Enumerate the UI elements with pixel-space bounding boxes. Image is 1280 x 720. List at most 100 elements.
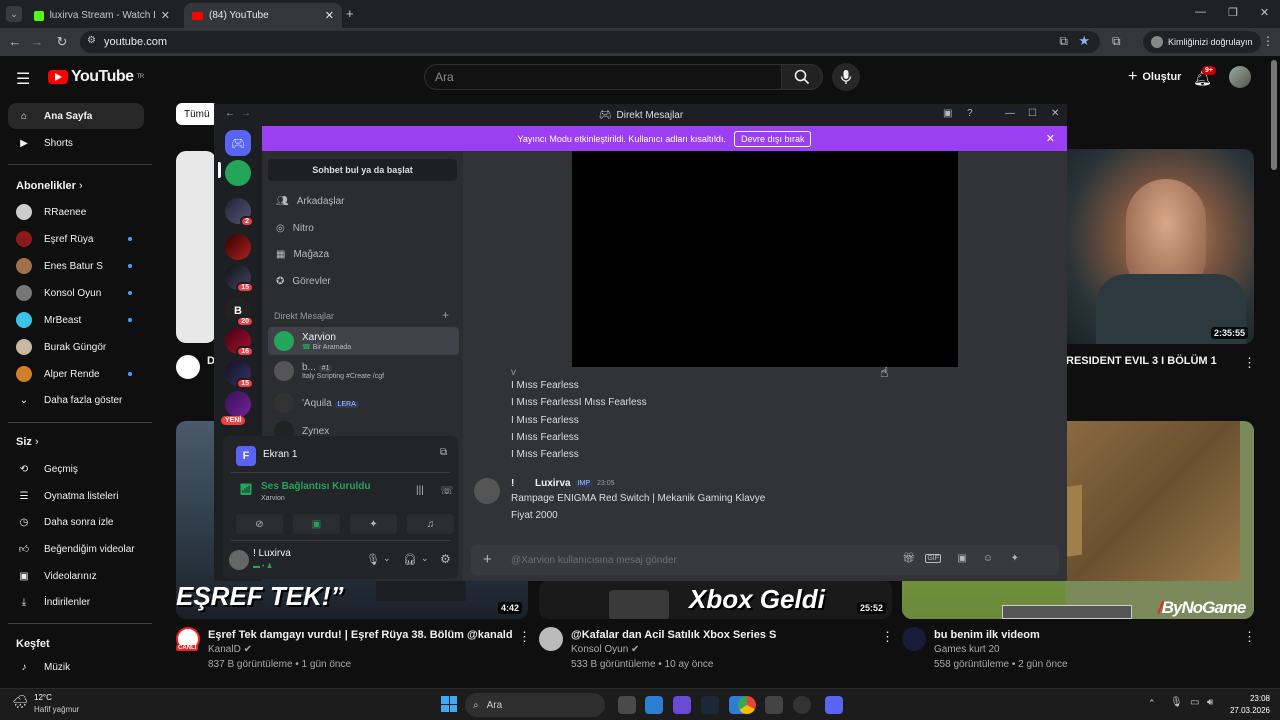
server-icon[interactable]: 15 bbox=[225, 360, 254, 389]
message-author-avatar[interactable] bbox=[474, 478, 500, 504]
youtube-logo[interactable]: YouTube TR bbox=[48, 68, 144, 86]
channel-name[interactable]: KanalD bbox=[208, 644, 241, 655]
sidebar-item-playlists[interactable]: ☰ Oynatma listeleri bbox=[8, 483, 144, 509]
discord-icon[interactable] bbox=[825, 696, 843, 714]
channel-avatar[interactable] bbox=[176, 355, 200, 379]
new-unreads-badge[interactable]: YENİ bbox=[221, 416, 246, 425]
minimize-icon[interactable]: — bbox=[1005, 108, 1015, 119]
filter-chip-all[interactable]: Tümü bbox=[176, 103, 218, 125]
server-icon[interactable]: 2 bbox=[225, 198, 254, 227]
dm-item-aquila[interactable]: 'Aquila LERA bbox=[268, 389, 459, 417]
account-avatar[interactable] bbox=[1229, 66, 1251, 88]
screen-share-stream[interactable] bbox=[572, 151, 958, 367]
sidebar-item-home[interactable]: ⌂ Ana Sayfa bbox=[8, 103, 144, 129]
sidebar-item-watch-later[interactable]: ◷ Daha sonra izle bbox=[8, 509, 144, 535]
create-dm-icon[interactable]: + bbox=[442, 308, 449, 322]
settings-gear-icon[interactable]: ⚙ bbox=[440, 552, 451, 566]
noise-suppression-icon[interactable]: ||| bbox=[416, 485, 424, 496]
video-thumbnail[interactable] bbox=[176, 151, 216, 343]
weather-temp[interactable]: 12°C bbox=[34, 693, 52, 702]
chevron-down-icon[interactable]: ⌄ bbox=[383, 553, 391, 564]
video-more-icon[interactable]: ⋮ bbox=[1243, 629, 1256, 645]
emoji-icon[interactable]: ☺ bbox=[983, 553, 993, 564]
message-input[interactable]: + @Xarvion kullanıcısına mesaj gönder 🎁︎… bbox=[471, 545, 1059, 575]
close-icon[interactable]: ✕ bbox=[1260, 6, 1269, 19]
video-title[interactable]: RESIDENT EVIL 3 I BÖLÜM 1 bbox=[1066, 355, 1217, 367]
start-button[interactable] bbox=[441, 696, 457, 712]
nav-friends[interactable]: 👥︎ Arkadaşlar bbox=[270, 189, 459, 213]
minimize-icon[interactable]: — bbox=[1195, 6, 1206, 19]
video-title[interactable]: bu benim ilk videom bbox=[934, 629, 1040, 641]
tab-search-icon[interactable]: ⌄ bbox=[6, 6, 22, 22]
sidebar-sub-enes-batur[interactable]: Enes Batur S bbox=[8, 253, 144, 279]
server-icon[interactable] bbox=[225, 160, 251, 186]
back-icon[interactable]: ← bbox=[4, 34, 26, 49]
server-icon[interactable]: 15 bbox=[225, 264, 254, 293]
app-icon[interactable] bbox=[793, 696, 811, 714]
attach-plus-icon[interactable]: + bbox=[483, 551, 492, 568]
dm-item-xarvion[interactable]: Xarvion ☎︎ Bir Aramada bbox=[268, 327, 459, 355]
server-icon[interactable]: B 20 bbox=[225, 298, 254, 327]
video-title[interactable]: Eşref Tek damgayı vurdu! | Eşref Rüya 38… bbox=[208, 629, 513, 641]
weather-icon[interactable]: 🌧︎ bbox=[12, 694, 29, 710]
create-button[interactable]: + Oluştur bbox=[1118, 64, 1191, 90]
sidebar-sub-burak-gungor[interactable]: Burak Güngör bbox=[8, 334, 144, 360]
disconnect-icon[interactable]: ☏ bbox=[440, 484, 454, 497]
clock-date[interactable]: 27.03.2026 bbox=[1222, 706, 1270, 715]
reload-icon[interactable]: ↻ bbox=[51, 34, 73, 50]
video-thumbnail-xbox[interactable]: Xbox Geldi 25:52 bbox=[539, 580, 892, 619]
bookmark-star-icon[interactable]: ★ bbox=[1078, 33, 1090, 49]
microphone-icon[interactable]: 🎙︎ bbox=[366, 553, 380, 566]
sidebar-item-downloads[interactable]: ⤓ İndirilenler bbox=[8, 589, 144, 615]
sidebar-sub-konsol-oyun[interactable]: Konsol Oyun bbox=[8, 280, 144, 306]
maximize-icon[interactable]: ❐ bbox=[1228, 6, 1238, 19]
help-icon[interactable]: ? bbox=[967, 108, 973, 119]
sidebar-sub-rraenee[interactable]: RRaenee bbox=[8, 199, 144, 225]
profile-button[interactable]: Kimliğinizi doğrulayın bbox=[1143, 31, 1261, 53]
page-scrollbar[interactable] bbox=[1271, 60, 1277, 170]
forward-icon[interactable]: → bbox=[26, 34, 48, 49]
tray-chevron-icon[interactable]: ⌃ bbox=[1148, 698, 1156, 709]
close-tab-icon[interactable]: ✕ bbox=[325, 9, 334, 22]
channel-name[interactable]: Games kurt 20 bbox=[934, 644, 1000, 655]
channel-name[interactable]: Konsol Oyun bbox=[571, 644, 628, 655]
hamburger-menu-icon[interactable]: ☰ bbox=[16, 69, 30, 89]
sidebar-item-your-videos[interactable]: ▣ Videolarınız bbox=[8, 563, 144, 589]
close-banner-icon[interactable]: ✕ bbox=[1046, 132, 1055, 145]
popout-icon[interactable]: ⧉ bbox=[440, 447, 447, 458]
sidebar-item-liked[interactable]: 👍︎ Beğendiğim videolar bbox=[8, 536, 144, 562]
screen-share-button[interactable]: ▣ bbox=[293, 514, 340, 534]
video-title[interactable]: @Kafalar dan Acil Satılık Xbox Series S bbox=[571, 629, 776, 641]
server-icon[interactable]: 16 bbox=[225, 328, 254, 357]
maximize-icon[interactable]: ☐ bbox=[1028, 108, 1037, 119]
video-more-icon[interactable]: ⋮ bbox=[881, 629, 894, 645]
video-more-icon[interactable]: ⋮ bbox=[518, 629, 531, 645]
volume-icon[interactable]: 🔊︎ bbox=[1207, 697, 1213, 708]
sidebar-item-music[interactable]: ♪ Müzik bbox=[8, 654, 144, 680]
message-author[interactable]: Luxirva bbox=[535, 478, 571, 489]
network-icon[interactable]: ▭ bbox=[1190, 697, 1199, 708]
channel-avatar[interactable] bbox=[539, 627, 563, 651]
voice-channel-name[interactable]: Xarvion bbox=[261, 495, 285, 502]
sidebar-sub-mrbeast[interactable]: MrBeast bbox=[8, 307, 144, 333]
settings-gear-icon[interactable] bbox=[765, 696, 783, 714]
clock-time[interactable]: 23:08 bbox=[1236, 694, 1270, 703]
voice-connected-status[interactable]: Ses Bağlantısı Kuruldu bbox=[261, 481, 370, 492]
gift-icon[interactable]: 🎁︎ bbox=[902, 553, 915, 564]
chrome-icon[interactable] bbox=[738, 696, 756, 714]
server-icon[interactable] bbox=[225, 391, 251, 417]
back-icon[interactable]: ← bbox=[225, 108, 235, 119]
subscriptions-header[interactable]: Abonelikler › bbox=[16, 180, 83, 192]
you-header[interactable]: Siz › bbox=[16, 436, 39, 448]
search-button[interactable] bbox=[781, 64, 823, 90]
camera-off-button[interactable]: ⊘ bbox=[236, 514, 283, 534]
dm-item-b[interactable]: b... #1 Italy Scripting #Create /cgf bbox=[268, 357, 459, 385]
sticker-icon[interactable]: ▣ bbox=[958, 553, 967, 564]
sidebar-sub-alper-rende[interactable]: Alper Rende bbox=[8, 361, 144, 387]
gif-icon[interactable]: GIF bbox=[925, 554, 941, 563]
activities-button[interactable]: ✦ bbox=[350, 514, 397, 534]
sidebar-item-history[interactable]: ⟲ Geçmiş bbox=[8, 456, 144, 482]
sidebar-sub-esref-ruya[interactable]: Eşref Rüya bbox=[8, 226, 144, 252]
close-icon[interactable]: ✕ bbox=[1051, 108, 1059, 119]
close-tab-icon[interactable]: ✕ bbox=[161, 9, 170, 22]
